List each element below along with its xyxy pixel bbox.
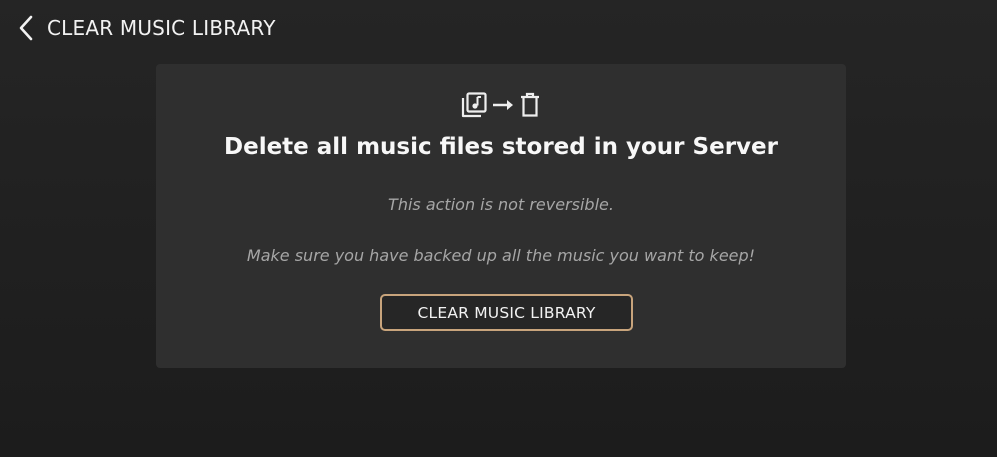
page-header: CLEAR MUSIC LIBRARY: [18, 13, 276, 43]
trash-icon: [521, 92, 539, 117]
clear-music-library-button[interactable]: CLEAR MUSIC LIBRARY: [380, 294, 633, 331]
card-heading: Delete all music files stored in your Se…: [224, 134, 778, 160]
warning-message: This action is not reversible.: [388, 195, 614, 214]
page-title: CLEAR MUSIC LIBRARY: [47, 16, 276, 40]
music-library-icon: [461, 92, 487, 118]
clear-library-card: Delete all music files stored in your Se…: [156, 64, 846, 368]
arrow-right-icon: [493, 100, 513, 110]
chevron-left-icon: [19, 15, 33, 41]
back-button[interactable]: [18, 13, 40, 43]
backup-reminder-message: Make sure you have backed up all the mus…: [246, 246, 756, 265]
clear-library-illustration: [156, 91, 846, 119]
